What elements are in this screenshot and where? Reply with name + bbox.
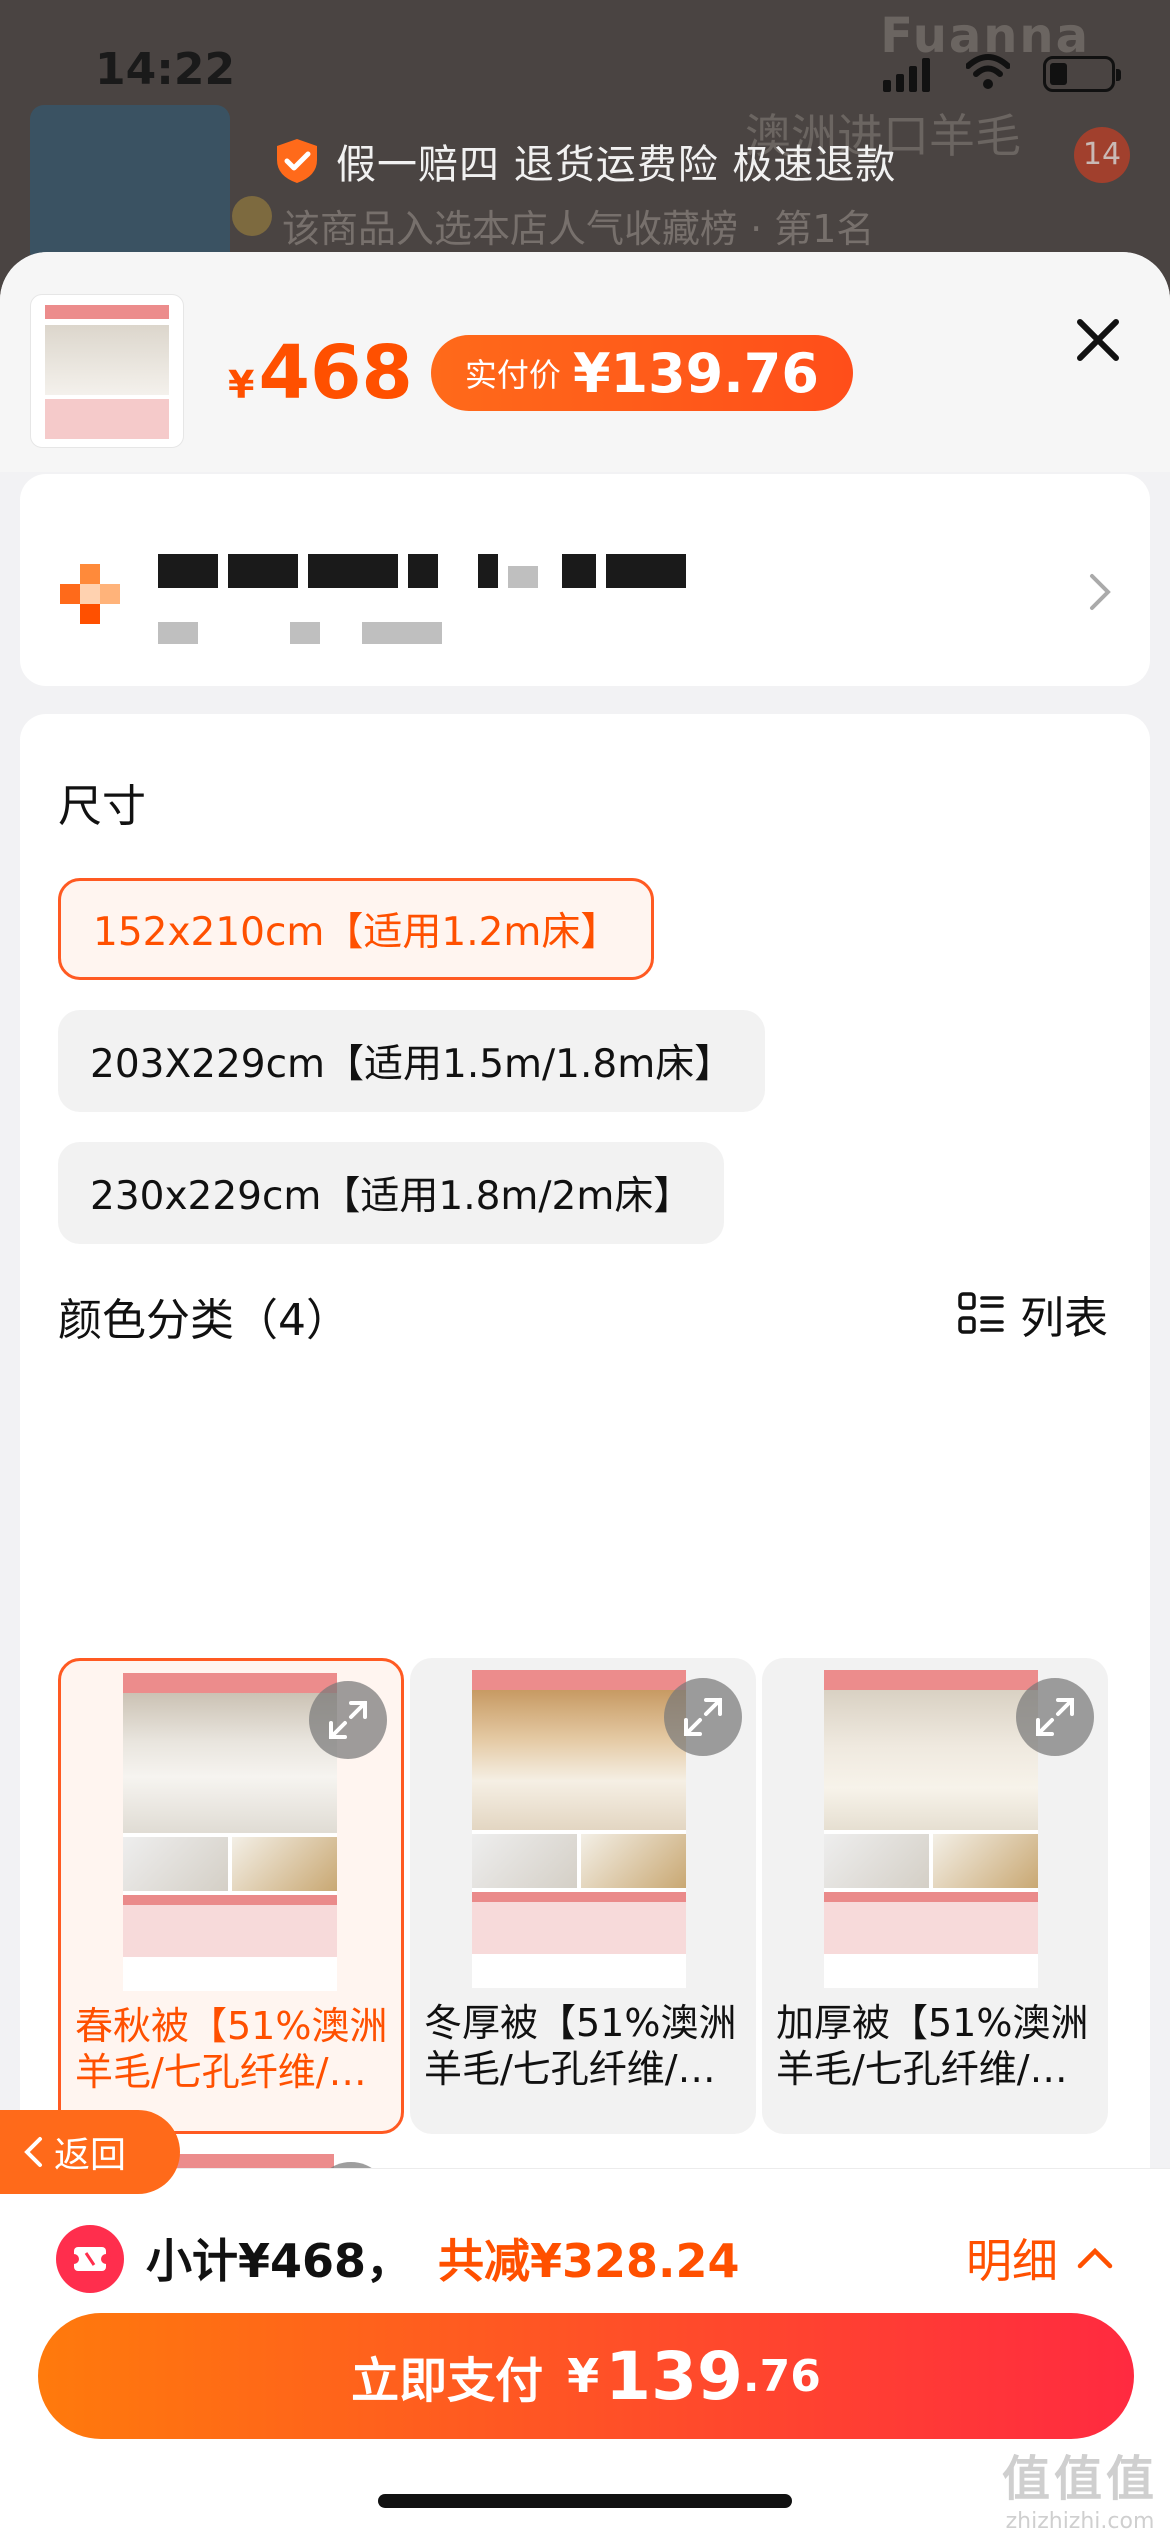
paid-price-value: ¥139.76: [572, 341, 819, 405]
chevron-right-icon: [1090, 574, 1111, 610]
status-bar: 14:22: [0, 0, 1170, 140]
pay-amount-decimal: .76: [742, 2350, 821, 2402]
color-option-name: 加厚被【51%澳洲羊毛/七孔纤维/…: [776, 2001, 1089, 2091]
pay-now-button[interactable]: 立即支付 ¥ 139 .76: [38, 2313, 1134, 2439]
location-logo-icon: [60, 564, 120, 624]
address-redacted-line1: [158, 554, 686, 588]
detail-toggle[interactable]: 明细: [966, 2225, 1114, 2291]
watermark-logo: 值值值: [1001, 2451, 1158, 2507]
pay-currency: ¥: [567, 2349, 600, 2403]
list-icon: [958, 1292, 1004, 1334]
zoom-button[interactable]: [309, 1681, 387, 1759]
color-option-3[interactable]: 加厚被【51%澳洲羊毛/七孔纤维/…: [762, 1658, 1108, 2134]
discount-text: 共减¥328.24: [438, 2234, 740, 2288]
zoom-button[interactable]: [1016, 1678, 1094, 1756]
color-option-image: [824, 1670, 1038, 1988]
color-option-name: 冬厚被【51%澳洲羊毛/七孔纤维/…: [424, 2001, 737, 2091]
list-toggle-label: 列表: [1020, 1293, 1108, 1344]
product-thumbnail[interactable]: [30, 294, 184, 448]
address-card[interactable]: [20, 474, 1150, 686]
watermark-url: zhizhizhi.com: [1005, 2509, 1155, 2532]
size-option-1[interactable]: 152x210cm【适用1.2m床】: [58, 878, 655, 980]
rank-icon: [232, 196, 272, 236]
original-price: ¥ 468: [228, 330, 413, 416]
original-price-value: 468: [258, 330, 413, 416]
zoom-button[interactable]: [664, 1678, 742, 1756]
guarantee-text: 假一赔四 退货运费险 极速退款: [336, 142, 897, 188]
paid-price-pill: 实付价 ¥139.76: [430, 335, 853, 411]
screen: Fuanna 澳洲进口羊毛 该商品入选本店人气收藏榜 · 第1名 14 14:2…: [0, 0, 1170, 2532]
wifi-icon: [966, 54, 1010, 89]
color-option-image: [123, 1673, 337, 1991]
battery-icon: [1043, 56, 1121, 92]
list-view-toggle[interactable]: 列表: [958, 1282, 1108, 1346]
back-button-label: 返回: [54, 2135, 127, 2176]
size-option-2[interactable]: 203X229cm【适用1.5m/1.8m床】: [58, 1010, 766, 1112]
size-section-title: 尺寸: [58, 781, 146, 832]
subtotal-text: 小计¥468，: [146, 2234, 413, 2288]
status-time: 14:22: [95, 44, 236, 95]
detail-label: 明细: [966, 2234, 1058, 2288]
expand-icon: [1036, 1698, 1074, 1736]
back-button[interactable]: 返回: [0, 2110, 180, 2194]
price-row: ¥ 468 实付价 ¥139.76: [228, 330, 853, 416]
color-option-name: 春秋被【51%澳洲羊毛/七孔纤维/…: [75, 2004, 388, 2094]
address-redacted-line2: [158, 622, 442, 644]
color-option-image: [472, 1670, 686, 1988]
sheet-header: ¥ 468 实付价 ¥139.76: [0, 252, 1170, 472]
chevron-up-icon: [1077, 2247, 1113, 2269]
home-indicator[interactable]: [378, 2494, 792, 2508]
pay-amount-integer: 139: [605, 2337, 743, 2415]
guarantee-strip: 假一赔四 退货运费险 极速退款: [272, 132, 896, 190]
expand-icon: [329, 1701, 367, 1739]
chevron-left-icon: [24, 2137, 42, 2167]
coupon-icon: [56, 2225, 124, 2293]
shield-check-icon: [277, 139, 317, 183]
currency-symbol: ¥: [228, 363, 255, 407]
paid-price-label: 实付价: [464, 356, 561, 394]
color-option-2[interactable]: 冬厚被【51%澳洲羊毛/七孔纤维/…: [410, 1658, 756, 2134]
expand-icon: [684, 1698, 722, 1736]
signal-icon: [883, 58, 930, 92]
background-rank-text: 该商品入选本店人气收藏榜 · 第1名: [282, 207, 875, 251]
close-icon[interactable]: [1072, 314, 1124, 366]
pay-now-label: 立即支付: [351, 2353, 544, 2409]
checkout-footer: 小计¥468， 共减¥328.24 明细 立即支付 ¥ 139 .76 值值值 …: [0, 2168, 1170, 2532]
color-section-title: 颜色分类（4）: [58, 1295, 350, 1346]
color-option-1[interactable]: 春秋被【51%澳洲羊毛/七孔纤维/…: [58, 1658, 404, 2134]
size-option-3[interactable]: 230x229cm【适用1.8m/2m床】: [58, 1142, 725, 1244]
watermark: 值值值 zhizhizhi.com: [1002, 2439, 1158, 2532]
